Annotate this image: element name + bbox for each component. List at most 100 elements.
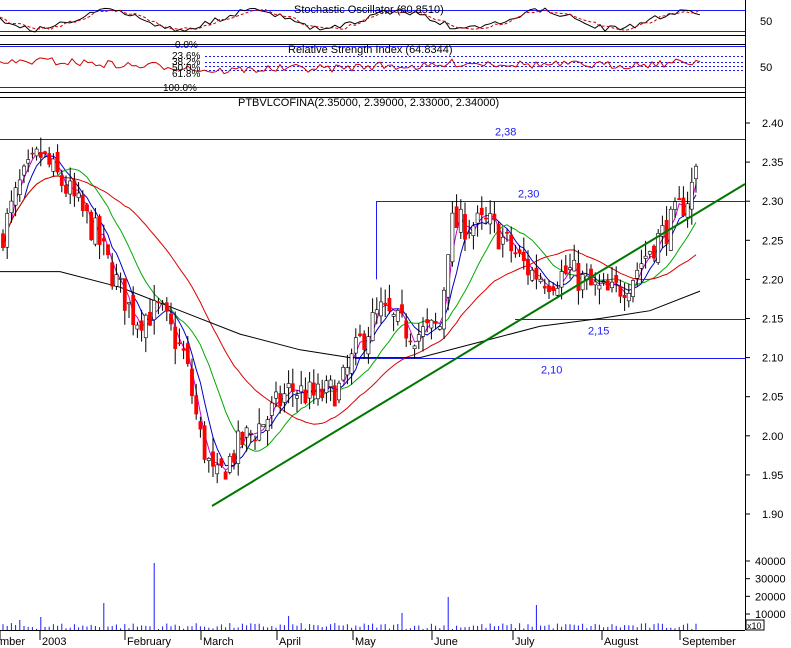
candle [299, 370, 304, 405]
candle [89, 209, 94, 241]
candle [500, 227, 505, 258]
trendline [211, 183, 746, 507]
candle [290, 368, 295, 407]
candle [387, 284, 392, 314]
candle [425, 308, 430, 333]
candle [265, 415, 270, 446]
x-tick-label: August [604, 636, 638, 648]
candle [475, 205, 480, 237]
x-tick-label: May [355, 636, 376, 648]
candle [227, 453, 232, 475]
candle [379, 287, 383, 324]
candle [442, 287, 446, 340]
price-ytick-label: 2.20 [762, 274, 783, 286]
candle [177, 328, 182, 347]
candle [433, 312, 438, 330]
price-ytick-label: 1.90 [762, 509, 783, 521]
candle [143, 313, 148, 353]
candle [492, 201, 497, 233]
x-tick-label: March [203, 636, 234, 648]
rsi-panel: 0.0% 23.6% 38.2% 50.0% 61.8% 100.0% Rela… [0, 40, 772, 94]
stochastic-title: Stochastic Oscillator (80.8510) [294, 4, 444, 16]
volume-panel: 40000 30000 20000 10000 x10 [2, 556, 786, 631]
level-label: 2,15 [588, 326, 609, 338]
candle [677, 186, 682, 201]
fib-label-0: 0.0% [175, 40, 198, 51]
stochastic-ytick-50: 50 [760, 16, 772, 28]
candle [240, 431, 245, 449]
candle [257, 408, 262, 442]
rsi-line [0, 57, 701, 75]
price-ytick-label: 2.10 [762, 353, 783, 365]
stochastic-panel: Stochastic Oscillator (80.8510) 50 [0, 4, 772, 33]
candle [685, 191, 690, 228]
ma-green-line [2, 168, 697, 452]
x-tick-label: February [127, 636, 172, 648]
price-ytick-label: 2.15 [762, 314, 783, 326]
candle [47, 146, 52, 168]
candle [576, 249, 581, 305]
ma-red-line [2, 175, 697, 425]
candle [374, 297, 379, 325]
candle [454, 194, 459, 229]
price-ytick-label: 2.40 [762, 118, 783, 130]
candle [215, 453, 220, 484]
candle [164, 297, 169, 322]
candle [106, 244, 110, 259]
candle [223, 470, 228, 480]
price-title: PTBVLCOFINA(2.35000, 2.39000, 2.33000, 2… [238, 97, 499, 109]
candle [181, 340, 186, 360]
candle [639, 249, 644, 284]
candle [34, 146, 39, 161]
candle [26, 149, 31, 173]
candle [605, 273, 610, 291]
candle [597, 274, 602, 305]
candle [202, 421, 207, 464]
price-ytick-label: 2.00 [762, 431, 783, 443]
candle [332, 379, 337, 407]
candle [1, 229, 5, 252]
candle [395, 309, 400, 326]
candle [5, 208, 10, 259]
candle [496, 221, 501, 250]
candle [589, 264, 593, 286]
volume-unit-label: x10 [747, 621, 762, 631]
candle [458, 199, 463, 240]
candle [248, 429, 253, 444]
chart: Stochastic Oscillator (80.8510) 50 0.0% … [0, 0, 786, 648]
candle [64, 175, 68, 198]
price-ytick-label: 2.30 [762, 196, 783, 208]
candle [324, 375, 329, 404]
candle [488, 200, 493, 235]
level-label: 2,10 [541, 365, 562, 377]
candle [626, 283, 631, 308]
ma-mid-line [2, 155, 697, 467]
candle [127, 302, 131, 318]
price-panel: PTBVLCOFINA(2.35000, 2.39000, 2.33000, 2… [0, 97, 783, 521]
candle [631, 279, 635, 303]
candle [135, 321, 140, 338]
candle [97, 214, 102, 260]
volume-ytick-label: 40000 [755, 556, 786, 568]
candle [547, 279, 551, 299]
x-tick-label: June [434, 636, 458, 648]
candle [139, 309, 144, 342]
candle [85, 203, 89, 224]
candle [211, 437, 215, 478]
level-label: 2,38 [495, 127, 516, 139]
price-ytick-label: 2.35 [762, 157, 783, 169]
candle [206, 457, 211, 473]
candle [337, 380, 341, 404]
candle [521, 237, 526, 270]
candle [412, 344, 417, 359]
candle [652, 244, 656, 262]
price-ytick-label: 1.95 [762, 470, 783, 482]
candle [584, 263, 589, 291]
candle [656, 229, 661, 265]
candle [185, 335, 190, 367]
x-tick-label: September [682, 636, 736, 648]
candle [261, 424, 266, 428]
x-tick-label: mber [0, 636, 25, 648]
candle [30, 147, 35, 159]
volume-ytick-label: 20000 [755, 591, 786, 603]
